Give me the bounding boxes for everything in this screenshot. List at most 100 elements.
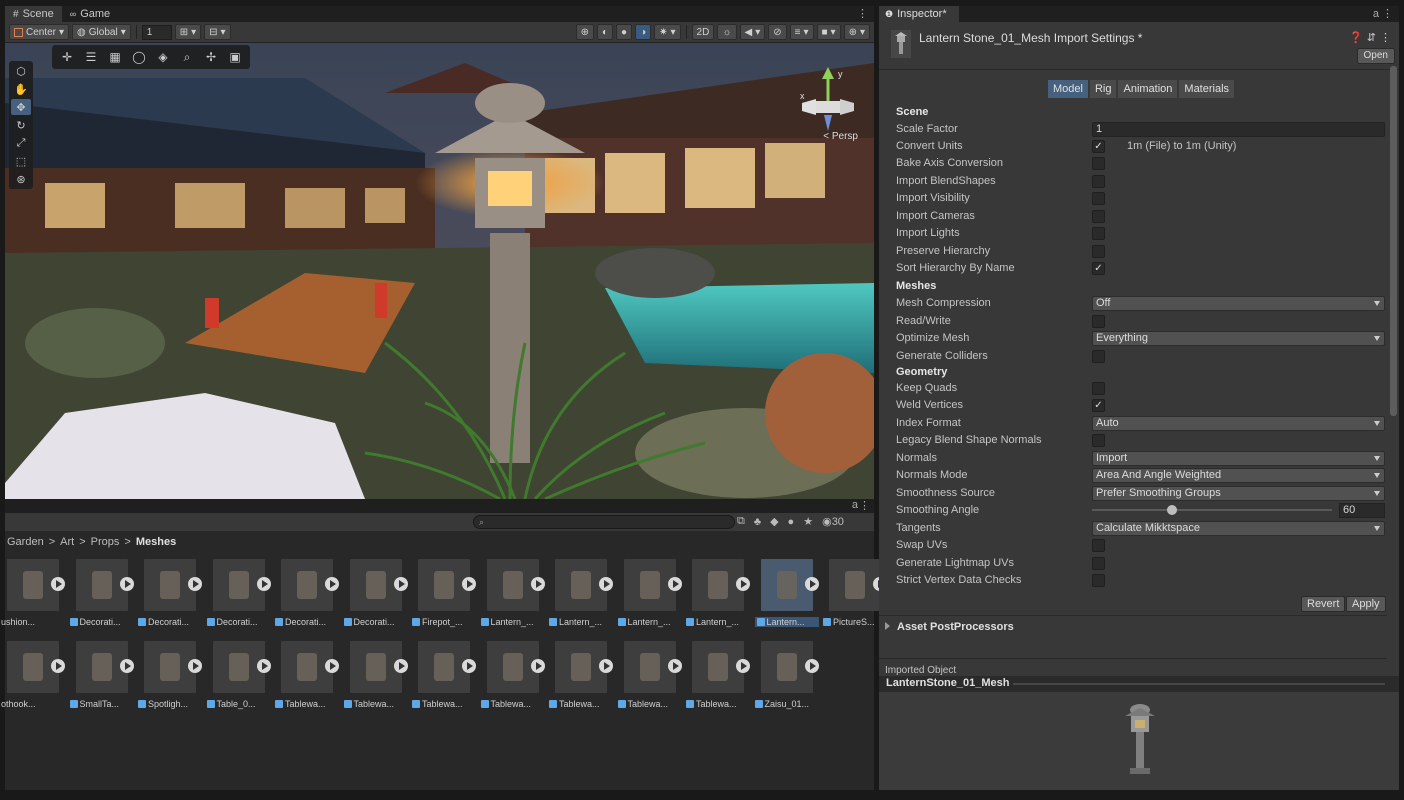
expand-arrow-icon[interactable] xyxy=(462,577,476,591)
expand-arrow-icon[interactable] xyxy=(804,659,819,673)
asset-thumbnail[interactable] xyxy=(623,559,682,611)
asset-thumbnail[interactable] xyxy=(486,641,545,693)
expand-arrow-icon[interactable] xyxy=(667,577,682,591)
inspector-scrollbar[interactable] xyxy=(1390,66,1397,416)
import-cameras-checkbox[interactable] xyxy=(1092,210,1105,223)
expand-arrow-icon[interactable] xyxy=(736,659,750,673)
normals-dropdown[interactable]: Import xyxy=(1092,451,1385,466)
shaded-wire-button[interactable]: ◐ xyxy=(596,24,614,40)
view-tool-icon[interactable]: ⬡ xyxy=(11,63,31,79)
generate-lightmap-checkbox[interactable] xyxy=(1092,557,1105,570)
breadcrumb-current[interactable]: Meshes xyxy=(136,536,176,548)
asset-thumbnail[interactable] xyxy=(144,559,202,611)
help-icon[interactable]: ❓ xyxy=(1349,31,1363,44)
snap-increment-field[interactable]: 1 xyxy=(141,24,172,40)
open-button[interactable]: Open xyxy=(1356,48,1395,64)
asset-thumbnail[interactable] xyxy=(692,641,750,693)
asset-thumbnail[interactable] xyxy=(75,641,134,693)
import-blendshapes-checkbox[interactable] xyxy=(1092,175,1105,188)
asset-item[interactable]: Lantern_... xyxy=(686,559,750,627)
import-visibility-checkbox[interactable] xyxy=(1092,192,1105,205)
align-icon[interactable]: ☰ xyxy=(80,48,102,66)
asset-item[interactable]: Decorati... xyxy=(206,559,271,627)
move-icon[interactable]: ✥ xyxy=(11,99,31,115)
import-lights-checkbox[interactable] xyxy=(1092,227,1105,240)
expand-arrow-icon[interactable] xyxy=(530,659,545,673)
asset-item[interactable]: ushion... xyxy=(1,559,65,627)
asset-item[interactable]: Decorati... xyxy=(275,559,339,627)
slider-knob[interactable] xyxy=(1166,505,1177,515)
expand-arrow-icon[interactable] xyxy=(325,577,339,591)
apply-button[interactable]: Apply xyxy=(1346,596,1386,612)
asset-thumbnail[interactable] xyxy=(212,641,271,693)
tab-materials[interactable]: Materials xyxy=(1179,80,1235,98)
preserve-hierarchy-checkbox[interactable] xyxy=(1092,245,1105,258)
breadcrumb-item[interactable]: Garden xyxy=(7,536,44,548)
preview-resize-handle[interactable] xyxy=(1013,683,1385,685)
hidden-objects-button[interactable]: ⊘ xyxy=(768,24,787,40)
expand-arrow-icon[interactable] xyxy=(530,577,545,591)
orientation-gizmo[interactable]: y x xyxy=(796,65,860,141)
asset-thumbnail[interactable] xyxy=(829,559,887,611)
asset-thumbnail[interactable] xyxy=(281,641,339,693)
asset-thumbnail[interactable] xyxy=(75,559,134,611)
scale-icon[interactable]: ⤢ xyxy=(11,135,31,151)
asset-item[interactable]: PictureS... xyxy=(823,559,887,627)
snap-icon[interactable]: ▦ xyxy=(104,48,126,66)
perspective-label[interactable]: < Persp xyxy=(823,131,858,142)
asset-item[interactable]: Lantern... xyxy=(754,559,819,627)
asset-thumbnail[interactable] xyxy=(281,559,339,611)
search-input[interactable]: ⌕ xyxy=(473,515,735,529)
tab-inspector[interactable]: ❶ Inspector* xyxy=(879,6,959,22)
asset-thumbnail[interactable] xyxy=(555,559,613,611)
expand-arrow-icon[interactable] xyxy=(51,659,65,673)
expand-arrow-icon[interactable] xyxy=(667,659,682,673)
asset-thumbnail[interactable] xyxy=(7,559,65,611)
asset-thumbnail[interactable] xyxy=(760,641,819,693)
tab-game[interactable]: ∞ Game xyxy=(62,6,118,22)
asset-item[interactable]: Lantern_... xyxy=(549,559,613,627)
keep-quads-checkbox[interactable] xyxy=(1092,382,1105,395)
expand-arrow-icon[interactable] xyxy=(51,577,65,591)
asset-item[interactable]: Tablewa... xyxy=(480,641,545,709)
tangents-dropdown[interactable]: Calculate Mikktspace xyxy=(1092,521,1385,536)
sort-hierarchy-checkbox[interactable]: ✓ xyxy=(1092,262,1105,275)
lit-button[interactable]: ◑ xyxy=(635,24,652,40)
expand-arrow-icon[interactable] xyxy=(325,659,339,673)
preset-icon[interactable]: ⇵ xyxy=(1367,31,1376,44)
filter-type-icon[interactable]: ♣ xyxy=(754,516,761,528)
expand-arrow-icon[interactable] xyxy=(119,577,134,591)
search-icon[interactable]: ⌕ xyxy=(176,48,198,66)
legacy-blend-checkbox[interactable] xyxy=(1092,434,1105,447)
label-icon[interactable]: ◆ xyxy=(770,515,778,528)
asset-thumbnail[interactable] xyxy=(212,559,271,611)
expand-arrow-icon[interactable] xyxy=(599,659,613,673)
asset-thumbnail[interactable] xyxy=(7,641,65,693)
eye-count[interactable]: ◉30 xyxy=(822,515,844,528)
shaded-button[interactable]: ● xyxy=(616,24,633,40)
toggle-2d-button[interactable]: 2D xyxy=(691,24,715,40)
scale-factor-input[interactable]: 1 xyxy=(1092,122,1385,137)
tab-scene[interactable]: # Scene xyxy=(5,6,62,22)
asset-item[interactable]: Firepot_... xyxy=(412,559,476,627)
asset-item[interactable]: SmallTa... xyxy=(69,641,134,709)
asset-thumbnail[interactable] xyxy=(692,559,750,611)
asset-item[interactable]: Tablewa... xyxy=(686,641,750,709)
debug-mode-button[interactable]: ✷ ▾ xyxy=(654,24,681,40)
read-write-checkbox[interactable] xyxy=(1092,315,1105,328)
bake-axis-checkbox[interactable] xyxy=(1092,157,1105,170)
asset-thumbnail[interactable] xyxy=(555,641,613,693)
rect-tool-icon[interactable]: ⬚ xyxy=(11,153,31,169)
pivot-mode-button[interactable]: Center ▾ xyxy=(9,24,70,40)
breadcrumb-item[interactable]: Props xyxy=(91,536,120,548)
asset-item[interactable]: Decorati... xyxy=(138,559,202,627)
expand-arrow-icon[interactable] xyxy=(256,577,271,591)
expand-arrow-icon[interactable] xyxy=(188,577,202,591)
expand-arrow-icon[interactable] xyxy=(119,659,134,673)
mesh-compression-dropdown[interactable]: Off xyxy=(1092,296,1385,311)
asset-thumbnail[interactable] xyxy=(623,641,682,693)
sphere-icon[interactable]: ◯ xyxy=(128,48,150,66)
grid-visibility-button[interactable]: ⊟ ▾ xyxy=(204,24,231,40)
revert-button[interactable]: Revert xyxy=(1301,596,1346,612)
grid-snap-button[interactable]: ⊞ ▾ xyxy=(174,24,202,40)
